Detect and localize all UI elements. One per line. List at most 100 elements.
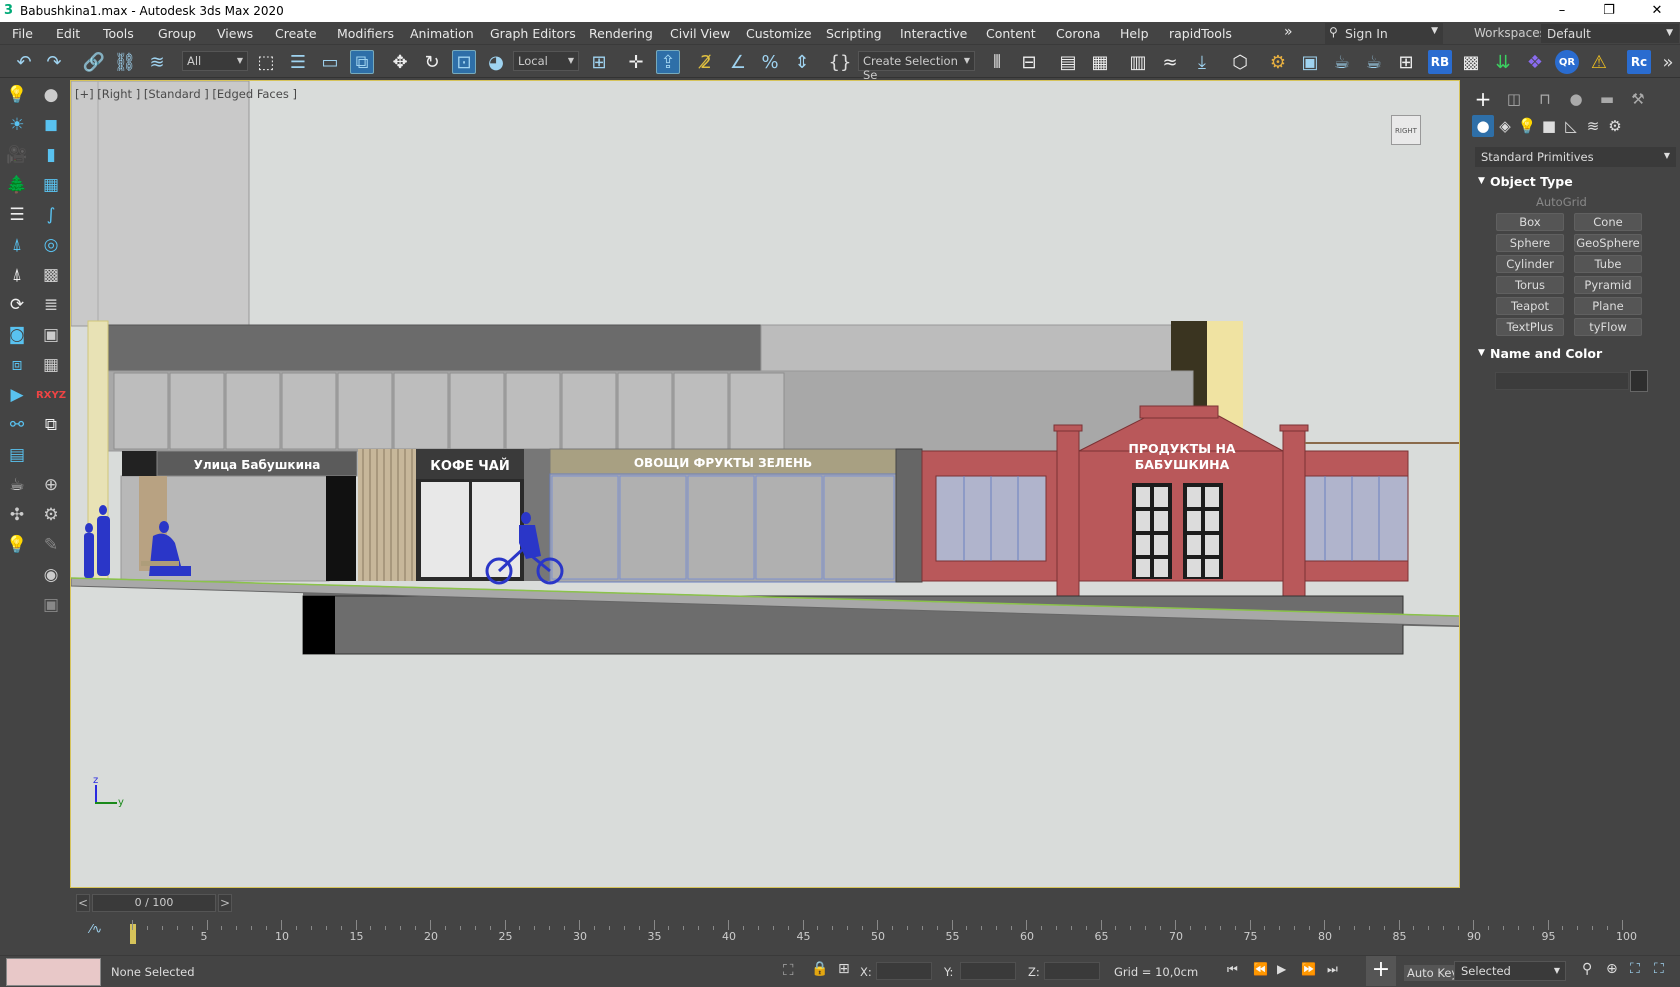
menu-corona[interactable]: Corona [1056, 26, 1100, 41]
track-bar[interactable]: ⁄∿ 5 10 15 20 25 30 35 40 45 50 55 60 65 70 75 80 85 90 95… [70, 918, 1680, 953]
diamond-grid-icon[interactable]: ❖ [1523, 50, 1547, 74]
checker-icon[interactable]: ▩ [1459, 50, 1483, 74]
teapot-button[interactable]: Teapot [1496, 297, 1564, 315]
named-selection-select[interactable]: Create Selection Se ▼ [858, 51, 975, 82]
rectangular-selection-icon[interactable]: ▭ [318, 50, 342, 74]
spinner-snap-icon[interactable]: ⇕ [790, 50, 814, 74]
sphere-render-icon[interactable]: ◉ [38, 562, 64, 588]
minimize-button[interactable]: – [1545, 0, 1579, 22]
stack-icon[interactable]: ≣ [38, 292, 64, 318]
menu-create[interactable]: Create [275, 26, 317, 41]
time-slider-prev[interactable]: < [76, 894, 90, 912]
cube-icon[interactable]: ◙ [4, 322, 30, 348]
align-icon[interactable]: ⊟ [1017, 50, 1041, 74]
restore-button[interactable]: ❐ [1592, 0, 1626, 22]
geosphere-button[interactable]: GeoSphere [1574, 234, 1642, 252]
lock-icon[interactable]: 🔒 [811, 961, 828, 977]
curve-editor-mini-icon[interactable]: ⁄∿ [90, 922, 102, 936]
circle-tool-icon[interactable]: ◎ [38, 232, 64, 258]
menu-group[interactable]: Group [158, 26, 196, 41]
layer-explorer-icon[interactable]: ▤ [1056, 50, 1080, 74]
disabled-tool-icon[interactable]: ▣ [38, 592, 64, 618]
sun-icon[interactable]: ☀ [4, 112, 30, 138]
rotate-tool-icon[interactable]: ⟳ [4, 292, 30, 318]
render-frame-icon[interactable]: ▶ [4, 382, 30, 408]
viewport-label[interactable]: [+] [Right ] [Standard ] [Edged Faces ] [75, 87, 297, 101]
go-to-end-icon[interactable]: ⏭ [1327, 962, 1338, 977]
checker-box-icon[interactable]: ▩ [38, 262, 64, 288]
spring-icon[interactable]: ✣ [4, 502, 30, 528]
move-icon[interactable]: ✥ [388, 50, 412, 74]
scale-icon[interactable]: ⊡ [452, 50, 476, 74]
textplus-button[interactable]: TextPlus [1496, 318, 1564, 336]
panel-icon[interactable]: ▤ [4, 442, 30, 468]
menu-overflow-icon[interactable]: » [1284, 24, 1293, 40]
viewport-right[interactable]: Улица Бабушкина КОФЕ ЧАЙ ОВОЩИ ФРУКТЫ ЗЕ… [70, 80, 1460, 888]
autogrid-checkbox[interactable]: AutoGrid [1536, 195, 1587, 209]
sphere-button[interactable]: Sphere [1496, 234, 1564, 252]
select-manipulate-icon[interactable]: ✛ [624, 50, 648, 74]
menu-graph-editors[interactable]: Graph Editors [490, 26, 576, 41]
create-tab-icon[interactable]: + [1472, 87, 1494, 111]
rb-badge-icon[interactable]: RB [1428, 50, 1452, 74]
menu-modifiers[interactable]: Modifiers [337, 26, 394, 41]
close-button[interactable]: ✕ [1640, 0, 1674, 22]
time-slider-next[interactable]: > [218, 894, 232, 912]
teapot-icon[interactable]: ☕ [4, 472, 30, 498]
menu-content[interactable]: Content [986, 26, 1036, 41]
schematic-view-icon[interactable]: ⤓ [1190, 50, 1214, 74]
cylinder-button[interactable]: Cylinder [1496, 255, 1564, 273]
camera-icon[interactable]: 🎥 [4, 142, 30, 168]
menu-views[interactable]: Views [217, 26, 253, 41]
keyboard-shortcut-override-icon[interactable]: ⇪ [656, 50, 680, 74]
link-icon[interactable]: 🔗 [82, 50, 106, 74]
motion-tab-icon[interactable]: ● [1565, 88, 1587, 110]
rendered-frame-window-icon[interactable]: ▣ [1298, 50, 1322, 74]
next-frame-icon[interactable]: ⏩ [1301, 962, 1316, 976]
rxyz-icon[interactable]: RXYZ [36, 382, 66, 408]
qr-badge-icon[interactable]: QR [1555, 50, 1579, 74]
render-setup-icon[interactable]: ⚙ [1266, 50, 1290, 74]
scene-explorer-icon[interactable]: ▥ [1126, 50, 1150, 74]
snaps-toggle-icon[interactable]: 2̸ [694, 50, 718, 74]
sphere-icon[interactable]: ● [38, 82, 64, 108]
tree-icon[interactable]: 🌲 [4, 172, 30, 198]
box-button[interactable]: Box [1496, 213, 1564, 231]
primitive-type-select[interactable]: Standard Primitives ▼ [1475, 147, 1676, 167]
menu-edit[interactable]: Edit [56, 26, 80, 41]
select-by-name-icon[interactable]: ☰ [286, 50, 310, 74]
tree-alt-icon[interactable]: ⍋ [4, 262, 30, 288]
menu-customize[interactable]: Customize [746, 26, 812, 41]
object-name-field[interactable] [1495, 372, 1629, 390]
grid-icon[interactable]: ▦ [38, 172, 64, 198]
display-tab-icon[interactable]: ▬ [1596, 88, 1618, 110]
pen-icon[interactable]: ✎ [38, 532, 64, 558]
unlink-icon[interactable]: ⛓ [113, 50, 137, 74]
scale-tool-icon[interactable]: ⧈ [4, 352, 30, 378]
name-and-color-rollout[interactable]: ▼ Name and Color [1474, 346, 1676, 364]
pivot-center-icon[interactable]: ⊞ [587, 50, 611, 74]
bind-space-warp-icon[interactable]: ≋ [145, 50, 169, 74]
chevron-double-down-icon[interactable]: ⇊ [1491, 50, 1515, 74]
spline-icon[interactable]: ∫ [38, 202, 64, 228]
zoom-extents-all-icon[interactable]: ⛶ [1654, 961, 1664, 977]
go-to-start-icon[interactable]: ⏮ [1227, 962, 1238, 977]
nodes-icon[interactable]: ⚯ [4, 412, 30, 438]
shapes-icon[interactable]: ◈ [1494, 115, 1516, 137]
gear-cube-icon[interactable]: ⚙ [38, 502, 64, 528]
box-icon[interactable]: ◼ [38, 112, 64, 138]
menu-interactive[interactable]: Interactive [900, 26, 967, 41]
z-coord-field[interactable] [1044, 962, 1100, 980]
undo-icon[interactable]: ↶ [12, 50, 36, 74]
viewcube[interactable]: RIGHT [1391, 115, 1421, 145]
x-coord-field[interactable] [876, 962, 932, 980]
menu-civil-view[interactable]: Civil View [670, 26, 730, 41]
redo-icon[interactable]: ↷ [42, 50, 66, 74]
selection-filter-select[interactable]: All ▼ [182, 51, 248, 71]
edit-named-selection-icon[interactable]: {} [828, 50, 852, 74]
select-object-icon[interactable]: ⬚ [254, 50, 278, 74]
torus-button[interactable]: Torus [1496, 276, 1564, 294]
bulb-alt-icon[interactable]: 💡 [4, 532, 30, 558]
cameras-icon[interactable]: ■ [1538, 115, 1560, 137]
menu-rapidtools[interactable]: rapidTools [1169, 26, 1232, 41]
